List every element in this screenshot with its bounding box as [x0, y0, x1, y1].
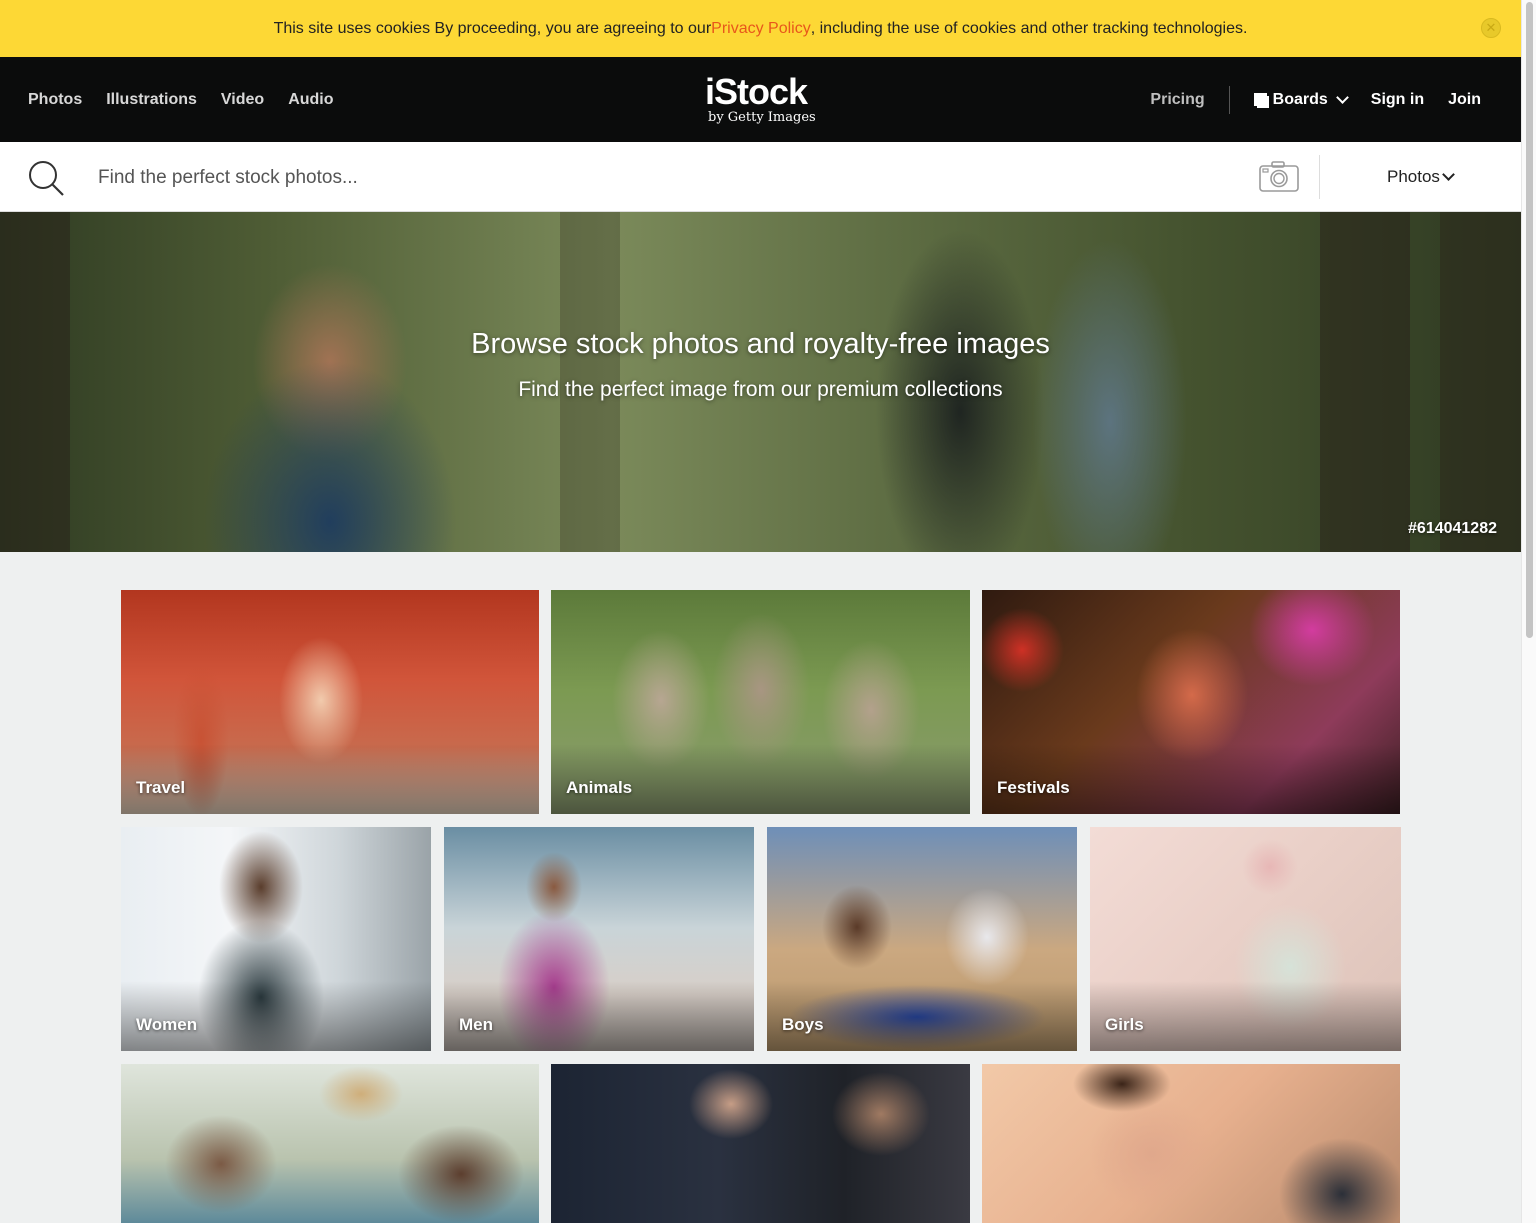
category-tile-men[interactable]: Men [444, 827, 754, 1051]
tile-label: Animals [566, 778, 633, 797]
account-nav: Pricing Boards Sign in Join [1150, 57, 1481, 142]
hero-subtitle: Find the perfect image from our premium … [518, 378, 1003, 401]
boards-label: Boards [1272, 90, 1328, 108]
category-tile-child[interactable] [982, 1064, 1400, 1223]
category-tile-festivals[interactable]: Festivals [982, 590, 1400, 814]
category-tile-family[interactable] [121, 1064, 539, 1223]
media-type-label: Photos [1387, 167, 1440, 186]
tile-label: Women [136, 1015, 198, 1034]
category-tile-girls[interactable]: Girls [1090, 827, 1401, 1051]
chevron-down-icon [1335, 90, 1349, 104]
cookie-banner: This site uses cookies By proceeding, yo… [0, 0, 1521, 57]
search-divider [1319, 155, 1320, 199]
tile-label: Girls [1105, 1015, 1144, 1034]
camera-search-icon[interactable] [1259, 160, 1299, 192]
tile-label: Boys [782, 1015, 824, 1034]
boards-menu[interactable]: Boards [1253, 90, 1349, 109]
category-tile-women[interactable]: Women [121, 827, 431, 1051]
nav-photos[interactable]: Photos [28, 91, 82, 109]
cookie-text-start: This site uses cookies By proceeding, yo… [273, 19, 712, 37]
chevron-down-icon [1442, 168, 1455, 181]
search-icon[interactable] [28, 160, 64, 196]
tile-label: Men [459, 1015, 493, 1034]
close-icon[interactable]: ✕ [1481, 18, 1501, 38]
search-input[interactable] [98, 161, 1218, 195]
istock-logo[interactable]: iStock by Getty Images [705, 71, 825, 125]
hero-banner: Browse stock photos and royalty-free ima… [0, 212, 1521, 552]
boards-icon [1253, 93, 1269, 108]
nav-video[interactable]: Video [221, 91, 264, 109]
category-tile-animals[interactable]: Animals [551, 590, 970, 814]
scrollbar-thumb[interactable] [1526, 2, 1533, 638]
site-header: Photos Illustrations Video Audio iStock … [0, 57, 1521, 142]
nav-pricing[interactable]: Pricing [1150, 85, 1230, 114]
category-tile-travel[interactable]: Travel [121, 590, 539, 814]
sign-in-link[interactable]: Sign in [1371, 91, 1424, 109]
privacy-policy-link[interactable]: Privacy Policy [711, 20, 811, 38]
nav-illustrations[interactable]: Illustrations [106, 91, 197, 109]
category-tile-boys[interactable]: Boys [767, 827, 1077, 1051]
join-link[interactable]: Join [1448, 91, 1481, 109]
logo-tagline: by Getty Images [708, 110, 816, 125]
main-nav: Photos Illustrations Video Audio [28, 57, 334, 142]
hero-title: Browse stock photos and royalty-free ima… [471, 328, 1050, 360]
tile-label: Festivals [997, 778, 1070, 797]
cookie-text-end: , including the use of cookies and other… [810, 19, 1248, 37]
logo-wordmark: iStock [705, 71, 808, 112]
category-tile-business[interactable] [551, 1064, 970, 1223]
hero-image-id[interactable]: #614041282 [1408, 520, 1497, 538]
page-scrollbar[interactable] [1521, 0, 1536, 1223]
nav-audio[interactable]: Audio [288, 91, 333, 109]
tile-label: Travel [136, 778, 186, 797]
media-type-dropdown[interactable]: Photos [1387, 167, 1455, 187]
